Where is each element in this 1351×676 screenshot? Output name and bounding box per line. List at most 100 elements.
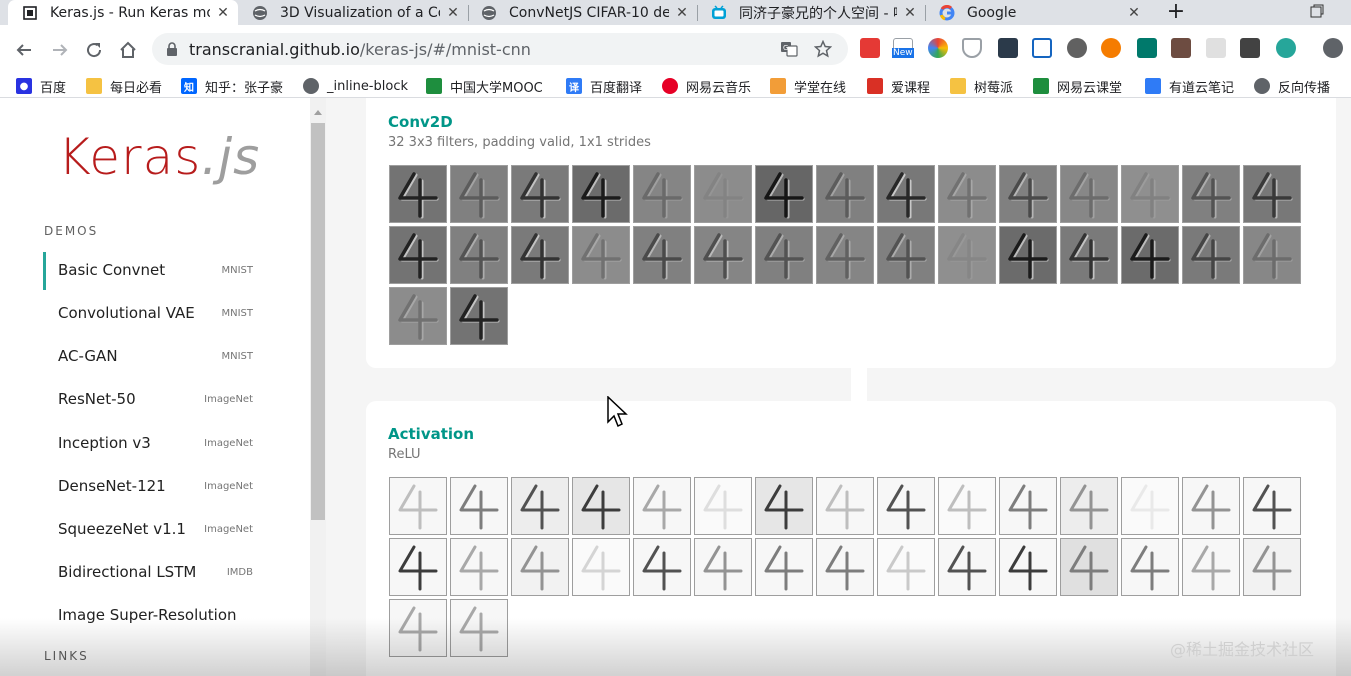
digit-stroke <box>398 484 438 530</box>
digit-stroke <box>398 545 438 591</box>
bookmark-xuetang[interactable]: 学堂在线 <box>770 76 846 96</box>
forward-arrow-icon <box>53 44 68 56</box>
bookmark-zhihu[interactable]: 知知乎：张子豪 <box>181 76 283 96</box>
extension-puzzle-icon[interactable] <box>1240 38 1260 58</box>
close-icon[interactable]: ✕ <box>216 5 230 21</box>
extension-flower-icon[interactable] <box>928 38 948 58</box>
close-icon[interactable]: ✕ <box>903 5 917 21</box>
close-icon[interactable]: ✕ <box>1127 5 1141 21</box>
sidebar-item-densenet-121[interactable]: DenseNet-121 ImageNet <box>43 468 268 506</box>
tab-convnetjs[interactable]: ConvNetJS CIFAR-10 dem ✕ <box>467 0 697 25</box>
bookmark-netease-class[interactable]: 网易云课堂 <box>1033 76 1122 96</box>
tab-3d-visualization[interactable]: 3D Visualization of a Con ✕ <box>238 0 468 25</box>
demo-tag: ImageNet <box>204 481 253 492</box>
extension-shield-icon[interactable] <box>962 38 982 58</box>
sidebar-item-resnet-50[interactable]: ResNet-50 ImageNet <box>43 381 268 419</box>
extension-new-icon[interactable]: New <box>892 38 914 58</box>
extension-doc-icon[interactable] <box>1206 38 1226 58</box>
tab-keras[interactable]: Keras.js - Run Keras mode ✕ <box>8 0 238 25</box>
bookmark-icourse[interactable]: 爱课程 <box>867 76 930 96</box>
feature-map <box>999 538 1057 596</box>
tab-google[interactable]: Google ✕ <box>925 0 1149 25</box>
feature-map <box>572 165 630 223</box>
demo-name: Bidirectional LSTM <box>58 563 197 581</box>
demo-name: Convolutional VAE <box>58 304 195 322</box>
bookmark-baidu[interactable]: ● 百度 <box>16 76 66 96</box>
demo-name: AC-GAN <box>58 347 118 365</box>
close-icon[interactable]: ✕ <box>675 5 689 21</box>
netease-class-icon <box>1033 78 1049 94</box>
feature-map <box>389 599 447 657</box>
demo-tag: IMDB <box>226 567 253 578</box>
bookmark-youdao-note[interactable]: 有道云笔记 <box>1145 76 1234 96</box>
sidebar-item-bidirectional-lstm[interactable]: Bidirectional LSTM IMDB <box>43 554 268 592</box>
logo-suffix: .js <box>201 128 261 186</box>
extension-circle-icon[interactable] <box>1067 38 1087 58</box>
bookmark-backprop[interactable]: 反向传播 <box>1254 76 1330 96</box>
reload-button[interactable] <box>83 39 105 61</box>
extension-monitor-icon[interactable] <box>1032 38 1052 58</box>
window-restore-icon[interactable] <box>1309 3 1325 19</box>
home-button[interactable] <box>117 39 139 61</box>
netease-music-icon <box>662 78 678 94</box>
scroll-up-arrow-icon[interactable] <box>314 110 322 115</box>
bookmark-netease-music[interactable]: 网易云音乐 <box>662 76 751 96</box>
extension-mosaic-icon[interactable] <box>1171 38 1191 58</box>
home-icon <box>120 41 136 58</box>
sidebar-item-squeezenet[interactable]: SqueezeNet v1.1 ImageNet <box>43 511 268 549</box>
bookmark-inline-block[interactable]: _inline-block <box>303 76 408 96</box>
feature-map <box>816 477 874 535</box>
forward-button[interactable] <box>49 39 71 61</box>
feature-map <box>572 538 630 596</box>
demo-tag: MNIST <box>221 265 253 276</box>
extension-orange-icon[interactable] <box>1101 38 1121 58</box>
sidebar-item-ac-gan[interactable]: AC-GAN MNIST <box>43 338 268 376</box>
sidebar-item-convolutional-vae[interactable]: Convolutional VAE MNIST <box>43 295 268 333</box>
keras-js-logo[interactable]: Keras.js <box>58 128 260 186</box>
feature-map <box>389 538 447 596</box>
feature-map <box>694 477 752 535</box>
bookmark-baidu-translate[interactable]: 译百度翻译 <box>566 76 642 96</box>
profile-avatar[interactable] <box>1323 38 1343 58</box>
feature-map <box>450 165 508 223</box>
new-tab-button[interactable]: + <box>1164 0 1188 25</box>
scrollbar-thumb[interactable] <box>311 123 325 520</box>
back-button[interactable] <box>13 39 35 61</box>
feature-map-grid <box>389 165 1301 349</box>
feature-map <box>1243 226 1301 284</box>
digit-stroke <box>1130 484 1170 530</box>
tab-bilibili[interactable]: 同济子豪兄的个人空间 - 哔 ✕ <box>697 0 925 25</box>
xuetang-icon <box>770 78 786 94</box>
extension-globe-icon[interactable] <box>1276 38 1296 58</box>
digit-stroke <box>947 484 987 530</box>
translate-icon[interactable]: G <box>780 40 798 58</box>
bookmark-label: 百度翻译 <box>590 80 643 96</box>
bookmark-folder-raspberry[interactable]: 树莓派 <box>950 76 1013 96</box>
baidu-paw-icon: ● <box>16 78 32 94</box>
digit-stroke <box>825 545 865 591</box>
close-icon[interactable]: ✕ <box>446 5 460 21</box>
feature-map <box>755 165 813 223</box>
youdao-note-icon <box>1145 78 1161 94</box>
bilibili-icon <box>711 4 727 21</box>
address-bar[interactable]: transcranial.github.io/keras-js/#/mnist-… <box>152 33 848 65</box>
demo-name: Basic Convnet <box>58 261 166 279</box>
digit-stroke <box>642 484 682 530</box>
url-text[interactable]: transcranial.github.io/keras-js/#/mnist-… <box>189 40 531 59</box>
bookmark-folder-daily[interactable]: 每日必看 <box>86 76 162 96</box>
sidebar-item-basic-convnet[interactable]: Basic Convnet MNIST <box>43 252 268 290</box>
extension-dark-icon[interactable] <box>998 38 1018 58</box>
sidebar-scrollbar[interactable] <box>310 98 326 676</box>
bookmark-star-icon[interactable] <box>814 40 832 58</box>
bookmark-mooc[interactable]: 中国大学MOOC <box>426 76 543 96</box>
feature-map <box>633 165 691 223</box>
digit-stroke <box>1008 545 1048 591</box>
extension-s-icon[interactable] <box>1137 38 1157 58</box>
feature-map <box>450 599 508 657</box>
extension-red-icon[interactable] <box>860 38 880 58</box>
sidebar-item-image-super-resolution[interactable]: Image Super-Resolution <box>43 597 268 635</box>
digit-stroke <box>581 545 621 591</box>
demo-name: DenseNet-121 <box>58 477 166 495</box>
sidebar-item-inception-v3[interactable]: Inception v3 ImageNet <box>43 425 268 463</box>
layer-title: Conv2D <box>388 113 453 131</box>
